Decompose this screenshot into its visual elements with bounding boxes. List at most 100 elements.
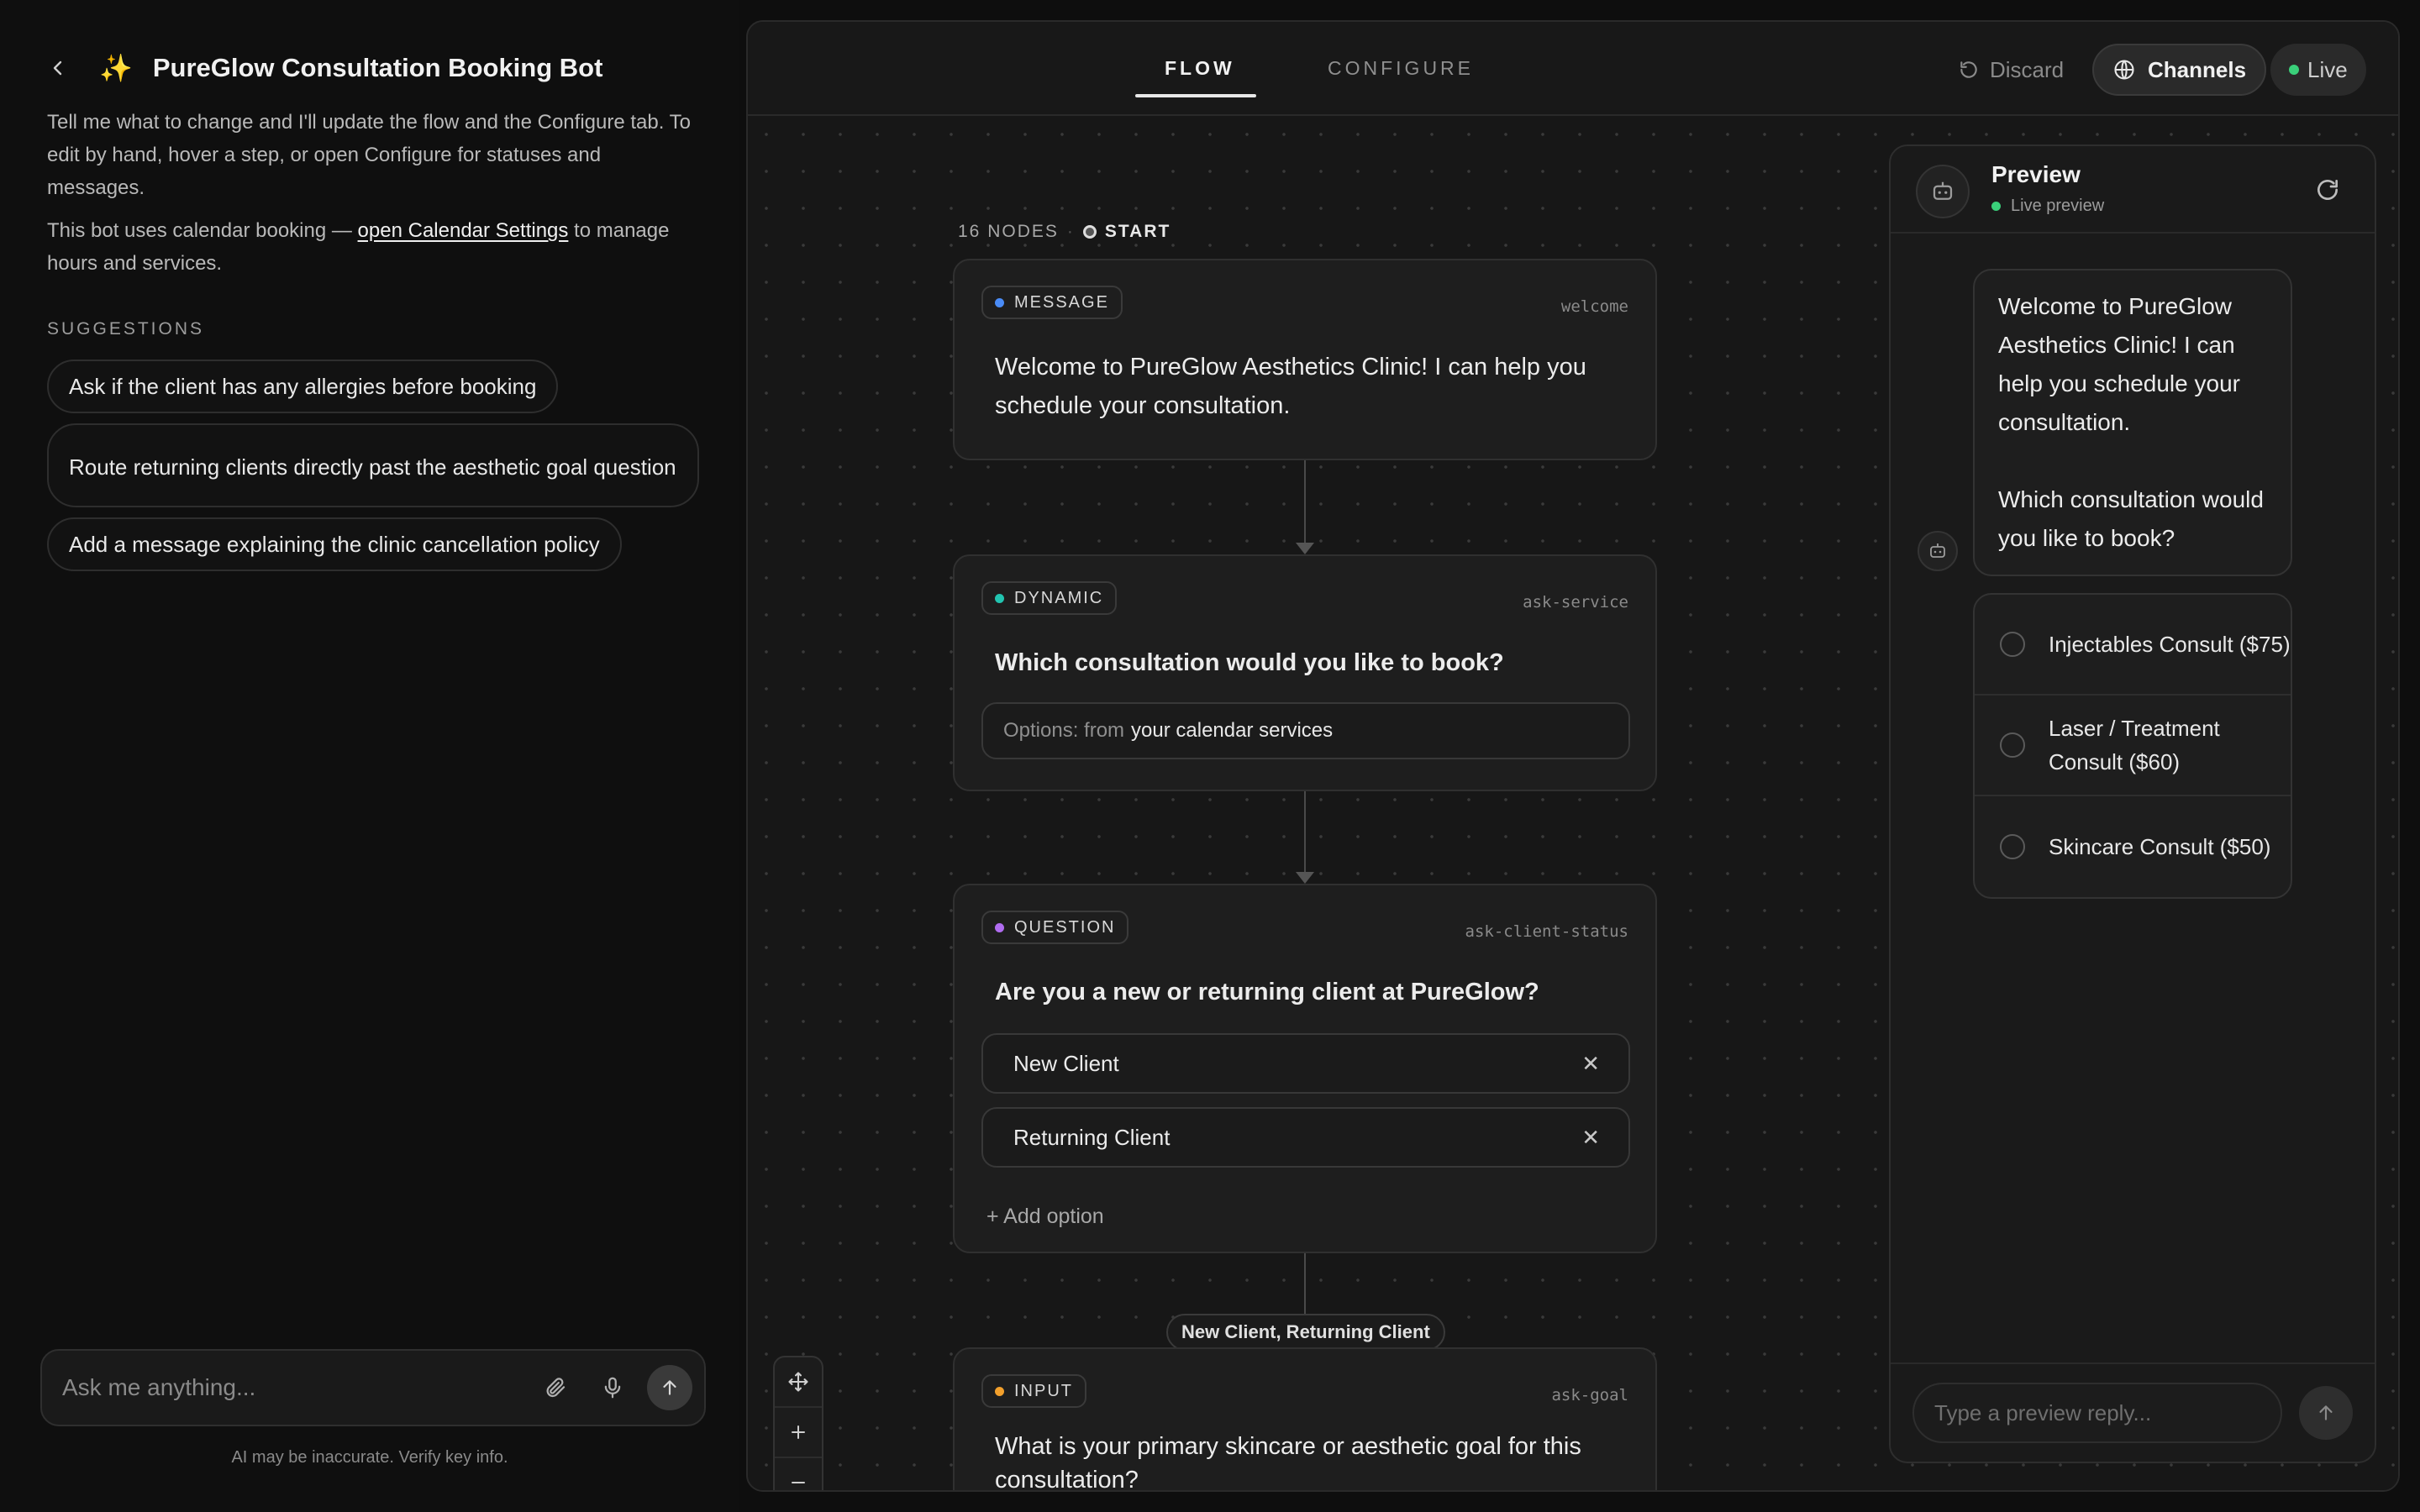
paperclip-icon <box>546 1378 566 1398</box>
message-bot-avatar <box>1918 531 1958 571</box>
suggestion-chip[interactable]: Route returning clients directly past th… <box>47 423 699 507</box>
type-dot-icon <box>995 1386 1004 1396</box>
plus-icon <box>792 1425 805 1439</box>
assistant-panel: ✨ PureGlow Consultation Booking Bot Tell… <box>0 0 739 1512</box>
reply-option[interactable]: Laser / Treatment Consult ($60) <box>1975 696 2291 796</box>
refresh-icon <box>2317 180 2338 200</box>
node-id: ask-service <box>1523 593 1628 612</box>
live-status-button[interactable]: Live <box>2270 44 2366 96</box>
node-type: MESSAGE <box>1014 292 1109 312</box>
preview-panel: Preview Live preview Welcome to PureGlow… <box>1889 144 2376 1463</box>
channels-label: Channels <box>2148 56 2247 82</box>
node-type-badge: INPUT <box>981 1374 1086 1408</box>
chat-composer <box>40 1349 706 1426</box>
chevron-left-icon <box>53 60 62 76</box>
message-paragraph: Which consultation would you like to boo… <box>1998 486 2264 551</box>
microphone-button[interactable] <box>590 1365 635 1410</box>
undo-icon <box>1960 61 1977 78</box>
node-type-badge: DYNAMIC <box>981 581 1118 615</box>
calendar-note: This bot uses calendar booking — open Ca… <box>47 214 702 280</box>
assistant-description: Tell me what to change and I'll update t… <box>47 106 702 290</box>
remove-option-icon[interactable]: ✕ <box>1581 1125 1600 1151</box>
node-type: INPUT <box>1014 1381 1073 1400</box>
zoom-out-button[interactable] <box>775 1458 822 1490</box>
bot-title: PureGlow Consultation Booking Bot <box>152 53 603 82</box>
discard-label: Discard <box>1990 56 2065 82</box>
live-dot-icon <box>2289 65 2299 75</box>
channels-button[interactable]: Channels <box>2092 44 2267 96</box>
add-option-button[interactable]: + Add option <box>986 1205 1104 1229</box>
type-dot-icon <box>995 297 1004 307</box>
node-id: ask-client-status <box>1465 922 1628 941</box>
flow-node-ask-service[interactable]: DYNAMIC ask-service Which consultation w… <box>953 554 1657 791</box>
option-new-client[interactable]: New Client ✕ <box>981 1033 1630 1094</box>
node-count: 16 NODES <box>958 222 1059 241</box>
sparkles-icon: ✨ <box>99 53 133 83</box>
suggestions-heading: SUGGESTIONS <box>47 319 205 339</box>
radio-icon <box>2000 834 2025 859</box>
tab-configure[interactable]: CONFIGURE <box>1328 57 1474 80</box>
bot-message-bubble: Welcome to PureGlow Aesthetics Clinic! I… <box>1973 269 2292 576</box>
preview-send-button[interactable] <box>2299 1386 2353 1440</box>
dynamic-options-source[interactable]: Options: from your calendar services <box>981 702 1630 759</box>
node-id: welcome <box>1560 297 1628 316</box>
options-source: your calendar services <box>1131 719 1334 742</box>
option-label: Returning Client <box>1013 1124 1171 1150</box>
active-tab-indicator <box>1135 94 1256 97</box>
preview-composer <box>1891 1362 2375 1462</box>
flow-canvas[interactable]: 16 NODES · START MESSAGE welcome Welcome… <box>748 116 2398 1490</box>
reply-option[interactable]: Injectables Consult ($75) <box>1975 595 2291 696</box>
type-dot-icon <box>995 922 1004 932</box>
preview-header: Preview Live preview <box>1891 146 2375 234</box>
flow-editor: FLOW CONFIGURE Discard Channels Live 16 … <box>746 20 2400 1492</box>
start-dot-icon <box>1082 225 1097 239</box>
flow-node-welcome[interactable]: MESSAGE welcome Welcome to PureGlow Aest… <box>953 259 1657 460</box>
node-type: QUESTION <box>1014 917 1116 937</box>
tab-flow[interactable]: FLOW <box>1165 57 1235 80</box>
attach-button[interactable] <box>533 1365 578 1410</box>
chat-input[interactable] <box>62 1374 533 1401</box>
send-button[interactable] <box>647 1365 692 1410</box>
arrow-up-icon <box>2319 1405 2333 1420</box>
arrow-up-icon <box>663 1380 676 1395</box>
reply-option-label: Skincare Consult ($50) <box>2049 834 2271 859</box>
bot-icon <box>1933 181 1953 200</box>
preview-reply-input[interactable] <box>1912 1383 2282 1443</box>
suggestion-chip[interactable]: Ask if the client has any allergies befo… <box>47 360 559 413</box>
flow-node-ask-goal[interactable]: INPUT ask-goal What is your primary skin… <box>953 1347 1657 1490</box>
move-icon <box>788 1372 808 1392</box>
ai-disclaimer: AI may be inaccurate. Verify key info. <box>231 1448 508 1467</box>
bot-icon <box>1930 543 1945 558</box>
calendar-settings-link[interactable]: open Calendar Settings <box>358 219 569 242</box>
node-text: Which consultation would you like to boo… <box>995 649 1504 676</box>
remove-option-icon[interactable]: ✕ <box>1581 1051 1600 1077</box>
back-button[interactable] <box>45 55 71 81</box>
calendar-note-pre: This bot uses calendar booking — <box>47 219 358 242</box>
bot-avatar <box>1916 165 1970 218</box>
option-returning-client[interactable]: Returning Client ✕ <box>981 1107 1630 1168</box>
edge-label[interactable]: New Client, Returning Client <box>1166 1314 1445 1351</box>
microphone-icon <box>604 1377 621 1399</box>
node-type-badge: QUESTION <box>981 911 1129 944</box>
message-paragraph: Welcome to PureGlow Aesthetics Clinic! I… <box>1998 293 2240 435</box>
reply-option-label: Laser / Treatment Consult ($60) <box>2049 716 2220 774</box>
live-dot-icon <box>1991 202 2001 211</box>
reply-option[interactable]: Skincare Consult ($50) <box>1975 796 2291 897</box>
suggestion-chip[interactable]: Add a message explaining the clinic canc… <box>47 517 622 571</box>
option-label: New Client <box>1013 1050 1119 1076</box>
flow-node-ask-client-status[interactable]: QUESTION ask-client-status Are you a new… <box>953 884 1657 1253</box>
panel-header: ✨ PureGlow Consultation Booking Bot <box>45 49 602 87</box>
node-text: Are you a new or returning client at Pur… <box>995 979 1539 1005</box>
radio-icon <box>2000 632 2025 657</box>
zoom-in-button[interactable] <box>775 1408 822 1458</box>
options-label: Options: from <box>1003 719 1125 742</box>
flow-meta: 16 NODES · START <box>958 222 1171 242</box>
start-label: START <box>1104 222 1171 241</box>
discard-button[interactable]: Discard <box>1939 44 2082 96</box>
edge-arrow-icon <box>1296 543 1314 554</box>
pan-button[interactable] <box>775 1357 822 1408</box>
meta-separator: · <box>1066 222 1075 241</box>
edge-arrow-icon <box>1296 872 1314 884</box>
node-id: ask-goal <box>1551 1386 1628 1404</box>
reset-preview-button[interactable] <box>2314 176 2341 207</box>
